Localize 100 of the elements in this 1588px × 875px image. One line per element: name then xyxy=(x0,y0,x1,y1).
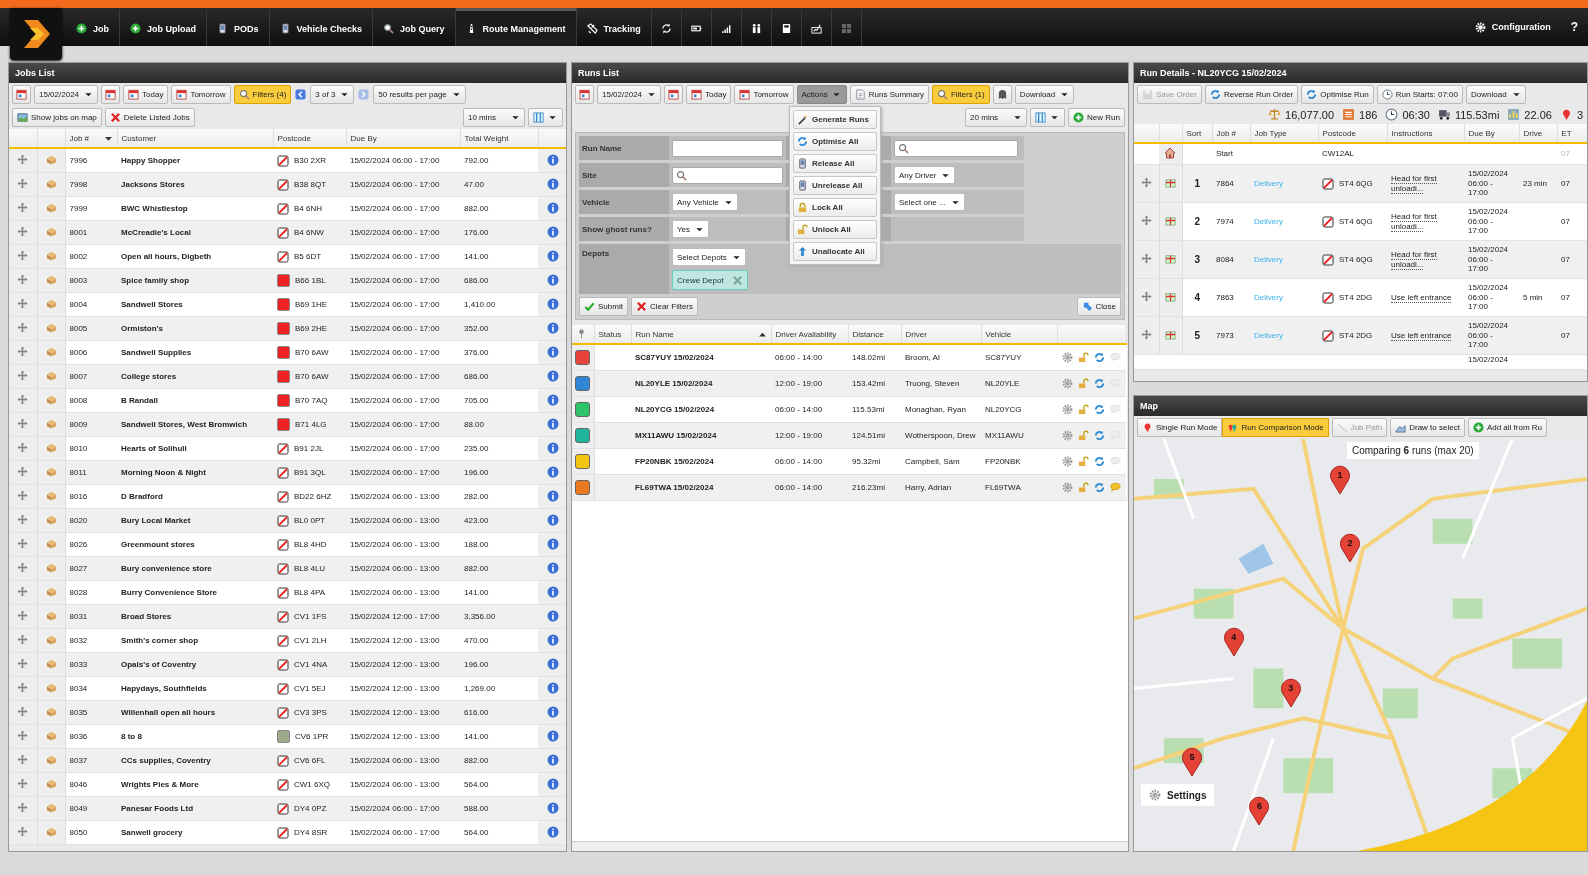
optimise-button[interactable] xyxy=(1093,455,1106,468)
map-pin[interactable]: 1 xyxy=(1329,465,1352,496)
map-pin[interactable]: 4 xyxy=(1222,626,1245,657)
column-header[interactable]: Run Name xyxy=(631,325,771,344)
menu-item[interactable]: Optimise All xyxy=(793,132,877,151)
horizontal-scrollbar[interactable] xyxy=(572,841,1128,851)
lock-button[interactable] xyxy=(1077,351,1090,364)
close-button[interactable]: Close xyxy=(1076,297,1121,316)
next-day-button[interactable] xyxy=(664,85,684,104)
tomorrow-button[interactable]: Tomorrow xyxy=(734,85,794,104)
info-button[interactable] xyxy=(545,177,560,191)
info-button[interactable] xyxy=(545,609,560,623)
info-button[interactable] xyxy=(545,273,560,287)
search-field[interactable] xyxy=(672,166,783,184)
column-header[interactable]: Due By xyxy=(346,129,460,148)
text-field[interactable] xyxy=(672,139,783,157)
dropdown[interactable]: Any Driver xyxy=(894,166,956,184)
actions-menu-button[interactable]: Actions xyxy=(796,85,847,104)
today-button[interactable]: Today xyxy=(123,85,169,104)
today-button[interactable]: Today xyxy=(686,85,732,104)
previous-page-button[interactable] xyxy=(294,88,308,101)
column-header[interactable]: Instructions xyxy=(1387,124,1464,143)
download-select[interactable]: Download xyxy=(1014,85,1075,104)
submit-button[interactable]: Submit xyxy=(579,297,628,316)
depot-chip[interactable]: Crewe Depot xyxy=(672,270,748,290)
menu-item[interactable]: Release All xyxy=(793,154,877,173)
info-button[interactable] xyxy=(545,657,560,671)
toolbar-button[interactable]: Optimise Run xyxy=(1301,85,1374,104)
settings-button[interactable] xyxy=(1061,455,1074,468)
info-button[interactable] xyxy=(545,417,560,431)
map-mode-button[interactable]: Run Comparison Mode xyxy=(1222,418,1329,437)
page-size-select[interactable]: 50 results per page xyxy=(373,85,466,104)
menu-item[interactable]: Lock All xyxy=(793,198,877,217)
column-header[interactable]: Vehicle xyxy=(981,325,1057,344)
info-button[interactable] xyxy=(545,369,560,383)
nav-tab[interactable]: PODs xyxy=(207,8,270,46)
new-run-button[interactable]: New Run xyxy=(1068,108,1125,127)
lock-button[interactable] xyxy=(1077,377,1090,390)
lock-button[interactable] xyxy=(1077,403,1090,416)
add-all-button[interactable]: Add all from Ru xyxy=(1467,418,1548,437)
page-select[interactable]: 3 of 3 xyxy=(310,85,355,104)
show-jobs-on-map-button[interactable]: Show jobs on map xyxy=(12,108,102,127)
nav-tab[interactable]: Tracking xyxy=(576,8,652,46)
map-pin[interactable]: 6 xyxy=(1248,796,1271,827)
date-select[interactable]: 15/02/2024 xyxy=(34,85,99,104)
column-header[interactable]: Total Weight xyxy=(460,129,538,148)
clear-filters-button[interactable]: Clear Filters xyxy=(630,297,699,316)
info-button[interactable] xyxy=(545,513,560,527)
configuration-button[interactable]: Configuration xyxy=(1464,8,1561,46)
dropdown[interactable]: Yes xyxy=(672,220,710,238)
depots-select[interactable]: Select Depots xyxy=(672,248,746,266)
filters-button[interactable]: Filters (1) xyxy=(931,85,990,104)
info-button[interactable] xyxy=(545,777,560,791)
column-header[interactable]: Driver xyxy=(901,325,981,344)
column-header[interactable]: Distance xyxy=(848,325,901,344)
previous-day-button[interactable] xyxy=(12,85,31,104)
info-button[interactable] xyxy=(545,345,560,359)
optimise-button[interactable] xyxy=(1093,403,1106,416)
column-header[interactable]: Customer xyxy=(117,129,273,148)
column-header[interactable]: Job Type xyxy=(1250,124,1318,143)
info-button[interactable] xyxy=(545,753,560,767)
settings-button[interactable] xyxy=(1061,377,1074,390)
ghost-runs-button[interactable] xyxy=(992,85,1012,104)
filters-button[interactable]: Filters (4) xyxy=(233,85,292,104)
settings-button[interactable] xyxy=(1061,481,1074,494)
columns-button[interactable] xyxy=(528,108,563,127)
interval-select[interactable]: 20 mins xyxy=(965,108,1028,127)
column-header[interactable]: Driver Availability xyxy=(771,325,848,344)
menu-item[interactable]: Unallocate All xyxy=(793,242,877,261)
draw-to-select-button[interactable]: Draw to select xyxy=(1390,418,1465,437)
info-button[interactable] xyxy=(545,201,560,215)
interval-select[interactable]: 10 mins xyxy=(463,108,525,127)
optimise-button[interactable] xyxy=(1093,351,1106,364)
info-button[interactable] xyxy=(545,297,560,311)
message-button[interactable] xyxy=(1109,481,1122,494)
info-button[interactable] xyxy=(545,321,560,335)
map-settings-button[interactable]: Settings xyxy=(1141,784,1215,806)
column-header[interactable]: Status xyxy=(594,325,631,344)
info-button[interactable] xyxy=(545,393,560,407)
info-button[interactable] xyxy=(545,633,560,647)
column-header[interactable]: Due By xyxy=(1464,124,1519,143)
menu-item[interactable]: Unrelease All xyxy=(793,176,877,195)
toolbar-button[interactable]: Reverse Run Order xyxy=(1204,85,1299,104)
info-button[interactable] xyxy=(545,537,560,551)
info-button[interactable] xyxy=(545,153,560,167)
map-mode-button[interactable]: Single Run Mode xyxy=(1137,418,1223,437)
download-select[interactable]: Download xyxy=(1466,85,1526,104)
column-header[interactable]: Drive xyxy=(1519,124,1557,143)
column-header[interactable]: Job # xyxy=(65,129,117,148)
column-header[interactable]: Postcode xyxy=(1318,124,1387,143)
map-pin[interactable]: 3 xyxy=(1279,678,1302,709)
info-button[interactable] xyxy=(545,585,560,599)
lock-button[interactable] xyxy=(1077,429,1090,442)
dropdown[interactable]: Any Vehicle xyxy=(672,193,738,211)
menu-item[interactable]: Generate Runs xyxy=(793,110,877,129)
delete-jobs-button[interactable]: Delete Listed Jobs xyxy=(104,108,195,127)
toolbar-button[interactable]: Run Starts: 07:00 xyxy=(1376,85,1463,104)
info-button[interactable] xyxy=(545,825,560,839)
info-button[interactable] xyxy=(545,561,560,575)
nav-tab[interactable]: Job xyxy=(66,8,120,46)
